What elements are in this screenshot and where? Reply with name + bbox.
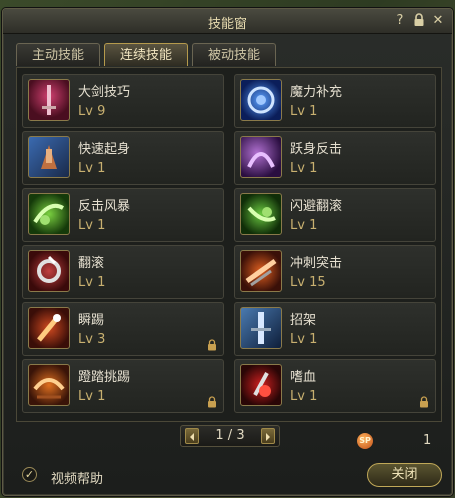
skill-slot[interactable]: 瞬踢 Lv 3 (22, 302, 224, 356)
skill-name: 跃身反击 (290, 142, 343, 157)
video-help-checkbox[interactable]: ✓ (22, 467, 37, 482)
skill-name: 魔力补充 (290, 85, 343, 100)
skill-slot[interactable]: 魔力补充 Lv 1 (234, 74, 436, 128)
skill-name: 冲刺突击 (290, 256, 343, 271)
skill-level: Lv 1 (78, 275, 106, 290)
mana-replenish-icon[interactable] (240, 79, 282, 121)
dash-strike-icon[interactable] (240, 250, 282, 292)
counter-storm-icon[interactable] (28, 193, 70, 235)
skill-level: Lv 1 (290, 389, 318, 404)
lock-icon (208, 396, 216, 408)
skill-slot[interactable]: 大剑技巧 Lv 9 (22, 74, 224, 128)
skill-level: Lv 1 (78, 389, 106, 404)
close-icon[interactable]: ✕ (430, 12, 446, 29)
lock-icon (208, 339, 216, 351)
skill-list-panel: 大剑技巧 Lv 9 魔力补充 Lv 1 快速起身 Lv 1 跃身反击 Lv 1 (16, 67, 442, 422)
greatsword-skill-icon[interactable] (28, 79, 70, 121)
sp-points: 1 (423, 433, 432, 448)
skill-slot[interactable]: 反击风暴 Lv 1 (22, 188, 224, 242)
close-button[interactable]: 关闭 (367, 463, 442, 487)
skill-slot[interactable]: 翻滚 Lv 1 (22, 245, 224, 299)
stomp-kick-icon[interactable] (28, 364, 70, 406)
skill-level: Lv 1 (290, 332, 318, 347)
skill-name: 蹬踏挑踢 (78, 370, 131, 385)
sp-icon: SP (357, 433, 373, 449)
skill-name: 瞬踢 (78, 313, 105, 328)
skill-name: 嗜血 (290, 370, 317, 385)
skill-level: Lv 15 (290, 275, 326, 290)
arrow-right-icon[interactable] (261, 428, 275, 444)
tab-active-skills[interactable]: 主动技能 (16, 43, 100, 66)
tab-passive-skills[interactable]: 被动技能 (192, 43, 276, 66)
skill-slot[interactable]: 闪避翻滚 Lv 1 (234, 188, 436, 242)
skill-name: 翻滚 (78, 256, 105, 271)
window-title: 技能窗 (207, 17, 247, 32)
skill-slot[interactable]: 快速起身 Lv 1 (22, 131, 224, 185)
title-bar[interactable]: 技能窗 ? ✕ (3, 9, 452, 34)
skill-level: Lv 1 (290, 218, 318, 233)
skill-level: Lv 1 (290, 161, 318, 176)
skill-level: Lv 9 (78, 104, 106, 119)
skill-level: Lv 3 (78, 332, 106, 347)
page-navigator: 1 / 3 (180, 425, 280, 447)
parry-icon[interactable] (240, 307, 282, 349)
lock-icon[interactable] (411, 12, 427, 29)
skill-window: 技能窗 ? ✕ 主动技能 连续技能 被动技能 大剑技巧 Lv 9 魔力补充 Lv… (2, 8, 453, 496)
tab-combo-skills[interactable]: 连续技能 (104, 43, 188, 66)
skill-name: 招架 (290, 313, 317, 328)
question-icon[interactable]: ? (392, 12, 408, 29)
skill-slot[interactable]: 冲刺突击 Lv 15 (234, 245, 436, 299)
leap-counter-icon[interactable] (240, 136, 282, 178)
bloodthirst-icon[interactable] (240, 364, 282, 406)
skill-name: 大剑技巧 (78, 85, 131, 100)
skill-level: Lv 1 (78, 161, 106, 176)
quick-rise-icon[interactable] (28, 136, 70, 178)
instant-kick-icon[interactable] (28, 307, 70, 349)
skill-level: Lv 1 (290, 104, 318, 119)
skill-name: 快速起身 (78, 142, 131, 157)
skill-slot[interactable]: 招架 Lv 1 (234, 302, 436, 356)
skill-slot[interactable]: 蹬踏挑踢 Lv 1 (22, 359, 224, 413)
skill-name: 闪避翻滚 (290, 199, 343, 214)
skill-slot[interactable]: 跃身反击 Lv 1 (234, 131, 436, 185)
skill-name: 反击风暴 (78, 199, 131, 214)
video-help-label: 视频帮助 (51, 472, 104, 487)
lock-icon (420, 396, 428, 408)
roll-icon[interactable] (28, 250, 70, 292)
dodge-roll-icon[interactable] (240, 193, 282, 235)
skill-level: Lv 1 (78, 218, 106, 233)
skill-slot[interactable]: 嗜血 Lv 1 (234, 359, 436, 413)
